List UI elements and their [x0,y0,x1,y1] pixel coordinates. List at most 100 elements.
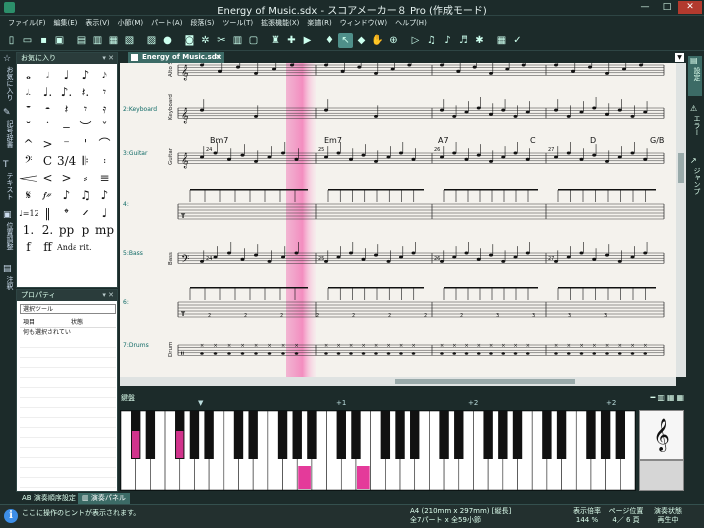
eraser-icon[interactable]: ◆ [354,33,369,48]
favorite-symbol[interactable]: ︶ [76,119,95,136]
grid-icon[interactable]: ▦ [494,33,509,48]
close-button[interactable]: ✕ [678,1,702,14]
black-key[interactable] [512,411,523,459]
favorite-symbol[interactable]: 𝅗𝅥. [19,84,38,101]
favorite-symbol[interactable]: 𝄋 [19,187,38,204]
horizontal-scroll-thumb[interactable] [395,379,575,384]
favorite-symbol[interactable]: ♪ [57,187,76,204]
open-icon[interactable]: ▭ [20,33,35,48]
staff-label-6[interactable]: 7:Drums [123,342,149,349]
favorite-symbol[interactable]: ‖ [38,205,57,222]
black-key[interactable] [410,411,420,459]
favorite-symbol[interactable]: C [38,153,57,170]
menu-item-10[interactable]: ヘルプ(H) [391,18,431,28]
favorite-symbol[interactable]: ♩ [95,205,114,222]
tab-errors[interactable]: ⚠ エラー [688,104,702,146]
select-icon[interactable]: ↖ [338,33,353,48]
favorite-symbol[interactable]: ˇ [95,119,114,136]
favorite-symbol[interactable]: ‒ [57,119,76,136]
score-vertical-scrollbar[interactable] [676,63,686,377]
menu-item-7[interactable]: 拡張機能(X) [257,18,303,28]
chord-symbol[interactable]: C [530,136,536,145]
favorite-symbol[interactable]: pp [57,222,76,239]
piano-keyboard[interactable] [120,410,636,491]
tab-symbol-dictionary[interactable]: ✎ 記号辞書 [1,108,15,158]
favorite-symbol[interactable]: ♪. [57,84,76,101]
black-key[interactable] [248,411,258,459]
favorite-symbol[interactable]: 𝄌 [57,205,76,222]
favorite-symbol[interactable]: 1. [19,222,38,239]
menu-item-8[interactable]: 楽譜(R) [303,18,335,28]
properties-tool-select[interactable]: 選択ツール [20,304,116,314]
favorite-symbol[interactable]: 𝅘𝅥𝅯 [95,67,114,84]
sheet-icon[interactable]: ▦ [106,33,121,48]
chord-symbol[interactable]: D [590,136,596,145]
black-key[interactable] [498,411,508,459]
menu-item-5[interactable]: 段落(S) [186,18,218,28]
favorite-symbol[interactable]: ˙ [38,119,57,136]
black-key[interactable] [145,411,156,459]
black-key[interactable] [542,411,552,459]
favorite-symbol[interactable]: > [57,170,76,187]
favorite-symbol[interactable]: ⁻ [57,136,76,153]
chord-symbol[interactable]: G/B [650,136,664,145]
trash-icon[interactable]: ▥ [230,33,245,48]
note-input-icon[interactable]: ♦ [322,33,337,48]
staff-label-5[interactable]: 6: [123,299,129,306]
save-icon[interactable]: ▪ [36,33,51,48]
favorite-symbol[interactable]: ♫ [76,187,95,204]
favorite-symbol[interactable]: ♪ [76,67,95,84]
black-key[interactable] [307,411,317,459]
black-key[interactable] [292,411,302,459]
favorite-symbol[interactable]: ♪ [95,187,114,204]
menu-item-4[interactable]: パート(A) [147,18,186,28]
favorite-symbol[interactable]: 𝄾 [95,84,114,101]
hand-icon[interactable]: ✋ [370,33,385,48]
metronome-icon[interactable]: ♜ [268,33,283,48]
tab-playback-order[interactable]: AB 演奏順序設定 [18,493,80,504]
properties-panel-buttons[interactable]: ▾ ✕ [102,290,114,301]
black-key[interactable] [600,411,611,459]
black-key-pressed[interactable] [131,431,140,458]
favorite-symbol[interactable]: mp [95,222,114,239]
black-key[interactable] [351,411,361,459]
menu-item-1[interactable]: 編集(E) [50,18,82,28]
note-icon[interactable]: ♫ [424,33,439,48]
maximize-button[interactable]: □ [656,1,678,14]
favorite-symbol[interactable]: ff [38,239,57,256]
score-view[interactable]: Alto S 𝄞 2:Keyboard Keyboard 𝄞 3:Guitar Guitar… [120,63,676,377]
favorite-symbol[interactable]: ^ [19,136,38,153]
menu-item-3[interactable]: 小節(M) [114,18,148,28]
favorites-panel-buttons[interactable]: ▾ ✕ [102,53,114,64]
favorite-symbol[interactable]: Andante [57,239,76,256]
black-key[interactable] [615,411,626,459]
ok-icon[interactable]: ✓ [510,33,525,48]
music-icon[interactable]: ♬ [456,33,471,48]
white-key-pressed[interactable] [356,466,370,489]
add-icon[interactable]: ✚ [284,33,299,48]
camera-icon[interactable]: ◙ [182,33,197,48]
favorite-symbol[interactable]: 𝄆 [76,153,95,170]
scroll-view-icon[interactable]: ▥ [90,33,105,48]
staff-label-1[interactable]: 2:Keyboard [123,106,157,113]
vertical-scroll-thumb[interactable] [678,153,684,183]
staff-label-2[interactable]: 3:Guitar [123,150,148,157]
black-key-pressed[interactable] [176,431,184,458]
favorite-symbol[interactable]: 𝅝 [19,67,38,84]
favorite-symbol[interactable]: f [19,239,38,256]
favorite-symbol[interactable]: 𝄢 [19,153,38,170]
favorite-symbol[interactable]: ˘ [19,119,38,136]
piano-keys[interactable] [121,411,635,490]
favorite-symbol[interactable]: < [38,170,57,187]
black-key[interactable] [233,411,244,459]
black-key[interactable] [395,411,405,459]
chord-symbol[interactable]: Em7 [324,136,342,145]
gears-icon[interactable]: ✱ [472,33,487,48]
black-key[interactable] [380,411,391,459]
tab-favorites[interactable]: ☆ お気に入り [1,54,15,104]
black-key[interactable] [556,411,567,459]
keyboard-piano-icon[interactable]: ▦ [667,393,675,402]
favorite-symbol[interactable]: ⸗ [76,170,95,187]
minimize-button[interactable]: — [634,1,656,14]
zoom-icon[interactable]: ⊕ [386,33,401,48]
